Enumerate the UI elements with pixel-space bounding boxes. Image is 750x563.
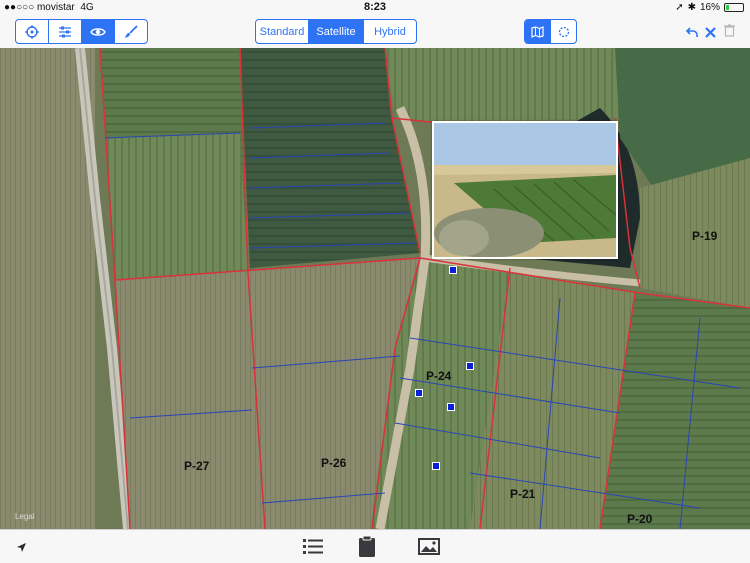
parcel-label-p26[interactable]: P-26 (321, 456, 346, 470)
target-icon (25, 24, 39, 39)
clipboard-icon (359, 535, 375, 557)
battery-icon (724, 3, 744, 12)
target-button[interactable] (16, 20, 49, 43)
parcel-label-p24[interactable]: P-24 (426, 369, 451, 383)
tool-segment (15, 19, 148, 44)
location-button[interactable] (16, 540, 27, 558)
map-icon (531, 25, 544, 38)
image-button[interactable] (418, 538, 440, 560)
undo-icon (685, 27, 698, 37)
brush-icon (125, 24, 138, 38)
clock: 8:23 (363, 1, 387, 13)
top-toolbar: Standard Satellite Hybrid (0, 15, 750, 49)
map-imagery (0, 48, 750, 529)
parcel-label-p27[interactable]: P-27 (184, 459, 209, 473)
map-marker[interactable] (415, 389, 423, 397)
image-icon (418, 538, 440, 555)
undo-button[interactable] (685, 25, 698, 43)
map-type-satellite[interactable]: Satellite (309, 20, 364, 43)
circle-view-button[interactable] (551, 20, 576, 43)
map-marker[interactable] (466, 362, 474, 370)
clipboard-button[interactable] (359, 535, 375, 562)
battery-percent: 16% (699, 2, 720, 13)
sliders-icon (59, 26, 71, 37)
sliders-button[interactable] (49, 20, 82, 43)
eye-icon (90, 27, 106, 36)
list-button[interactable] (303, 539, 323, 559)
list-icon (303, 539, 323, 554)
parcel-label-p19[interactable]: P-19 (692, 229, 717, 243)
bluetooth-icon: ✱ (687, 2, 696, 13)
trash-icon (724, 24, 735, 37)
field-photo-thumbnail[interactable] (432, 121, 618, 259)
arrow-status-icon: ➚ (675, 2, 684, 13)
map-marker[interactable] (432, 462, 440, 470)
brush-button[interactable] (115, 20, 147, 43)
close-button[interactable] (705, 25, 716, 43)
legal-link[interactable]: Legal (15, 512, 35, 521)
location-arrow-icon (17, 543, 26, 552)
close-icon (705, 27, 716, 38)
field-photo (434, 123, 616, 257)
status-right: ➚ ✱ 16% (675, 2, 744, 13)
bottom-toolbar (0, 529, 750, 563)
map-type-standard[interactable]: Standard (256, 20, 309, 43)
status-bar: ●●○○○ movistar 4G 8:23 ➚ ✱ 16% (0, 0, 750, 15)
battery-fill (726, 5, 729, 10)
map-type-hybrid[interactable]: Hybrid (364, 20, 416, 43)
circle-dashed-icon (558, 26, 569, 37)
parcel-label-p20[interactable]: P-20 (627, 512, 652, 526)
map-type-segment: Standard Satellite Hybrid (255, 19, 417, 44)
satellite-map[interactable]: P-19 P-24 P-27 P-26 P-21 P-20 (0, 48, 750, 529)
map-view-button[interactable] (525, 20, 551, 43)
parcel-label-p21[interactable]: P-21 (510, 487, 535, 501)
trash-button[interactable] (724, 24, 735, 42)
eye-button[interactable] (82, 20, 115, 43)
view-segment (524, 19, 577, 44)
map-marker[interactable] (449, 266, 457, 274)
map-marker[interactable] (447, 403, 455, 411)
